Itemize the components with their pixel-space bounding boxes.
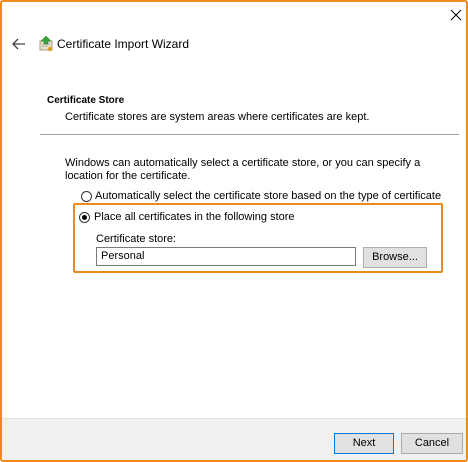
back-arrow-icon[interactable] bbox=[11, 37, 27, 51]
place-in-store-label[interactable]: Place all certificates in the following … bbox=[94, 211, 295, 223]
footer-bar bbox=[2, 418, 466, 460]
close-icon[interactable] bbox=[449, 8, 463, 22]
certificate-store-label: Certificate store: bbox=[96, 233, 177, 245]
header-separator bbox=[40, 134, 459, 135]
place-in-store-radio[interactable] bbox=[79, 212, 90, 223]
browse-button[interactable]: Browse... bbox=[363, 247, 427, 268]
certificate-icon bbox=[39, 35, 53, 52]
wizard-title: Certificate Import Wizard bbox=[57, 37, 190, 51]
certificate-store-field[interactable]: Personal bbox=[96, 247, 356, 266]
section-description: Certificate stores are system areas wher… bbox=[65, 111, 370, 123]
wizard-window: Certificate Import Wizard Certificate St… bbox=[0, 0, 468, 462]
cancel-button[interactable]: Cancel bbox=[401, 433, 463, 454]
auto-select-radio[interactable] bbox=[81, 191, 92, 202]
intro-text: Windows can automatically select a certi… bbox=[65, 157, 421, 182]
next-button[interactable]: Next bbox=[334, 433, 394, 454]
auto-select-label[interactable]: Automatically select the certificate sto… bbox=[95, 190, 441, 202]
section-title: Certificate Store bbox=[47, 95, 125, 106]
